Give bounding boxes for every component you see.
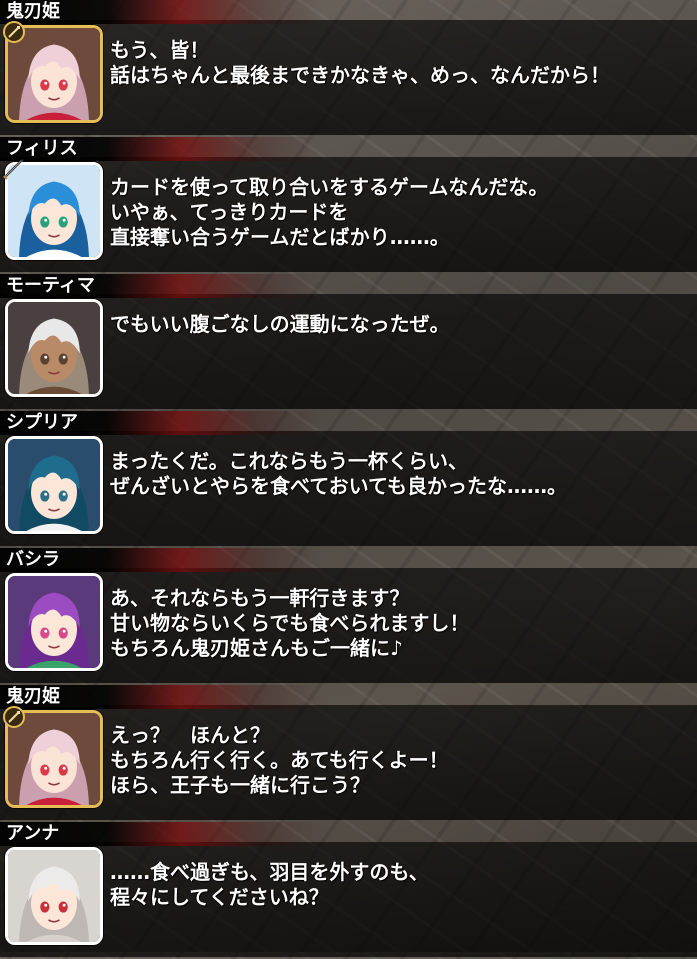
left-eye: [40, 764, 50, 776]
right-eye: [58, 490, 68, 502]
sword-emblem-icon: [2, 20, 26, 44]
right-eye: [58, 353, 68, 365]
speaker-nameplate: シプリア: [0, 411, 430, 435]
left-eye: [40, 216, 50, 228]
right-eye: [58, 764, 68, 776]
speaker-name: モーティマ: [6, 275, 95, 296]
left-eye-highlight: [44, 492, 48, 496]
speaker-nameplate: モーティマ: [0, 274, 430, 298]
right-eye-highlight: [62, 218, 66, 222]
dialogue-entry: フィリスカードを使って取り合いをするゲームなんだな。 いやぁ、てっきりカードを 直接…: [0, 137, 697, 274]
dialogue-text: えっ？ ほんと？ もちろん行く行く。あても行くよー！ ほら、王子も一緒に行こう？: [110, 723, 689, 798]
left-eye: [40, 79, 50, 91]
right-eye-highlight: [62, 903, 66, 907]
left-eye: [40, 627, 50, 639]
left-eye-highlight: [44, 629, 48, 633]
dialogue-entry: バシラあ、それならもう一軒行きます？ 甘い物ならいくらでも食べられますし！ もちろん…: [0, 548, 697, 685]
speaker-nameplate: 鬼刃姫: [0, 685, 430, 709]
speaker-nameplate: 鬼刃姫: [0, 0, 430, 24]
dialogue-line: 話はちゃんと最後まできかなきゃ、めっ、なんだから！: [110, 63, 610, 87]
dialogue-entry: 鬼刃姫えっ？ ほんと？ もちろん行く行く。あても行くよー！ ほら、王子も一緒に行こう…: [0, 685, 697, 822]
dialogue-line: ……食べ過ぎも、羽目を外すのも、: [110, 860, 429, 884]
dialogue-line: いやぁ、てっきりカードを: [110, 200, 349, 224]
left-eye-highlight: [44, 355, 48, 359]
dialogue-line: まったくだ。これならもう一杯くらい、: [110, 449, 468, 473]
speaker-name: シプリア: [6, 412, 78, 433]
dialogue-line: もちろん行く行く。あても行くよー！: [110, 748, 449, 772]
dialogue-line: あ、それならもう一軒行きます？: [110, 586, 410, 610]
left-eye: [40, 901, 50, 913]
dialogue-text: カードを使って取り合いをするゲームなんだな。 いやぁ、てっきりカードを 直接奪い合う…: [110, 175, 689, 250]
dialogue-text: でもいい腹ごなしの運動になったぜ。: [110, 312, 689, 337]
dialogue-line: もう、皆！: [110, 38, 210, 62]
right-eye-highlight: [62, 629, 66, 633]
right-eye: [58, 216, 68, 228]
character-portrait: [5, 299, 103, 397]
dialogue-line: ほら、王子も一緒に行こう？: [110, 773, 370, 797]
dialogue-text: ……食べ過ぎも、羽目を外すのも、 程々にしてくださいね？: [110, 860, 689, 910]
dialogue-line: 程々にしてくださいね？: [110, 885, 329, 909]
dialogue-line: 直接奪い合うゲームだとばかり……。: [110, 225, 450, 249]
dialogue-entry: シプリアまったくだ。これならもう一杯くらい、 ぜんざいとやらを食べておいても良かっ…: [0, 411, 697, 548]
speaker-nameplate: アンナ: [0, 822, 430, 846]
dialogue-line: カードを使って取り合いをするゲームなんだな。: [110, 175, 549, 199]
left-eye: [40, 490, 50, 502]
right-eye: [58, 627, 68, 639]
dialogue-line: ぜんざいとやらを食べておいても良かったな……。: [110, 474, 567, 498]
dialogue-text: まったくだ。これならもう一杯くらい、 ぜんざいとやらを食べておいても良かったな………: [110, 449, 689, 499]
speaker-nameplate: フィリス: [0, 137, 430, 161]
dialogue-log: 鬼刃姫 もう、皆！ 話はちゃんと最後まできかなきゃ、めっ、なんだから！ フィリス カード…: [0, 0, 697, 959]
right-eye: [58, 901, 68, 913]
right-eye-highlight: [62, 766, 66, 770]
character-portrait: [5, 436, 103, 534]
dialogue-line: でもいい腹ごなしの運動になったぜ。: [110, 312, 450, 336]
sword-emblem-icon: [2, 705, 26, 729]
dialogue-line: 甘い物ならいくらでも食べられますし！: [110, 611, 470, 635]
character-portrait: [5, 573, 103, 671]
dialogue-entry: モーティマ でもいい腹ごなしの運動になったぜ。: [0, 274, 697, 411]
left-eye-highlight: [44, 81, 48, 85]
left-eye-highlight: [44, 218, 48, 222]
dialogue-line: えっ？ ほんと？: [110, 723, 270, 747]
dialogue-entry: アンナ ……食べ過ぎも、羽目を外すのも、 程々にしてくださいね？: [0, 822, 697, 959]
sword-icon: [2, 157, 26, 181]
right-eye-highlight: [62, 492, 66, 496]
dialogue-line: もちろん鬼刃姫さんもご一緒に♪: [110, 636, 403, 660]
right-eye-highlight: [62, 355, 66, 359]
right-eye: [58, 79, 68, 91]
dialogue-text: あ、それならもう一軒行きます？ 甘い物ならいくらでも食べられますし！ もちろん鬼刃姫…: [110, 586, 689, 661]
speaker-name: アンナ: [6, 823, 60, 844]
left-eye: [40, 353, 50, 365]
right-eye-highlight: [62, 81, 66, 85]
speaker-name: バシラ: [6, 549, 60, 570]
left-eye-highlight: [44, 903, 48, 907]
speaker-nameplate: バシラ: [0, 548, 430, 572]
character-portrait: [5, 847, 103, 945]
dialogue-text: もう、皆！ 話はちゃんと最後まできかなきゃ、めっ、なんだから！: [110, 38, 689, 88]
dialogue-entry: 鬼刃姫もう、皆！ 話はちゃんと最後まできかなきゃ、めっ、なんだから！: [0, 0, 697, 137]
left-eye-highlight: [44, 766, 48, 770]
